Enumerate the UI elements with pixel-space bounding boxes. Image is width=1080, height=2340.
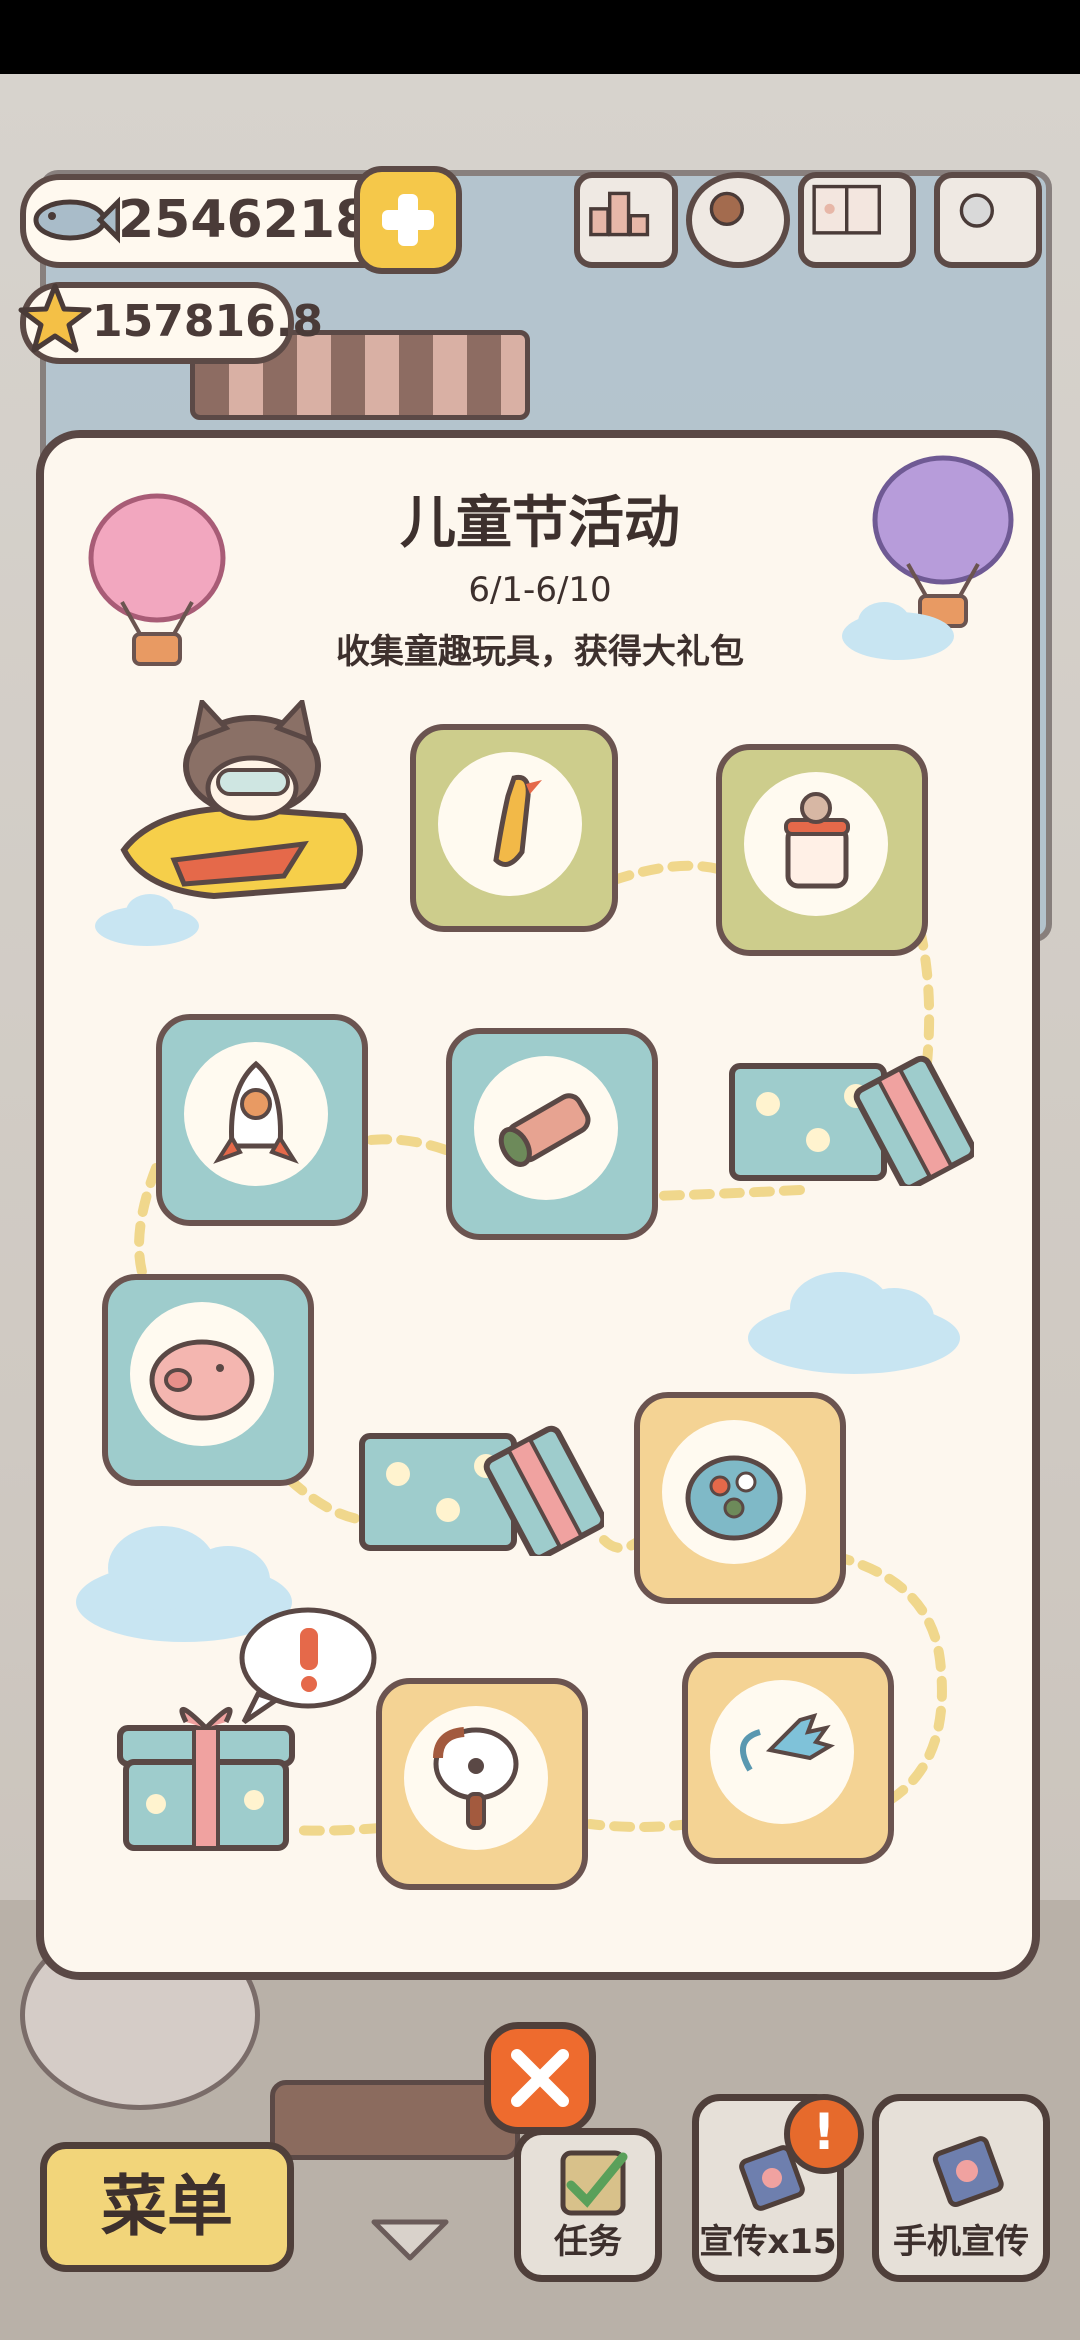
piggy-bank-icon <box>149 1339 255 1421</box>
baby-bottle-icon <box>784 792 850 889</box>
item-tile-sticky-hand[interactable] <box>682 1652 894 1864</box>
promote-alert-badge: ! <box>784 2094 864 2174</box>
close-button[interactable] <box>484 2022 596 2134</box>
rubber-chicken-icon <box>493 774 542 867</box>
item-tile-baby-bottle[interactable] <box>716 744 928 956</box>
grand-gift-box-icon[interactable] <box>112 1604 390 1854</box>
checklist-icon <box>560 2150 628 2216</box>
airplane-cat-icon <box>120 700 363 900</box>
gift-box-open-icon <box>359 1425 604 1556</box>
gift-box-open-icon <box>729 1055 974 1186</box>
menu-button[interactable]: 菜单 <box>40 2142 294 2272</box>
close-icon <box>511 2049 569 2107</box>
item-tile-paw-fan[interactable] <box>376 1678 588 1890</box>
item-tile-marble-tin[interactable] <box>634 1392 846 1604</box>
phone-promote-label: 手机宣传 <box>893 2222 1029 2262</box>
item-tile-kaleidoscope[interactable] <box>446 1028 658 1240</box>
tasks-button[interactable]: 任务 <box>514 2128 662 2282</box>
menu-label: 菜单 <box>101 2168 233 2245</box>
tasks-label: 任务 <box>554 2222 622 2262</box>
kaleidoscope-icon <box>498 1093 591 1167</box>
paw-fan-icon <box>433 1727 519 1830</box>
rocket-icon <box>213 1060 299 1164</box>
chevron-down-icon[interactable] <box>368 2214 452 2264</box>
marble-tin-icon <box>685 1455 783 1541</box>
item-tile-rocket[interactable] <box>156 1014 368 1226</box>
item-tile-rubber-chicken[interactable] <box>410 724 618 932</box>
phone-flyer-icon <box>932 2136 1004 2208</box>
phone-promote-button[interactable]: 手机宣传 <box>872 2094 1050 2282</box>
promote-label: 宣传x15 <box>699 2222 837 2262</box>
sticky-hand-icon <box>739 1712 835 1772</box>
item-tile-piggy-bank[interactable] <box>102 1274 314 1486</box>
